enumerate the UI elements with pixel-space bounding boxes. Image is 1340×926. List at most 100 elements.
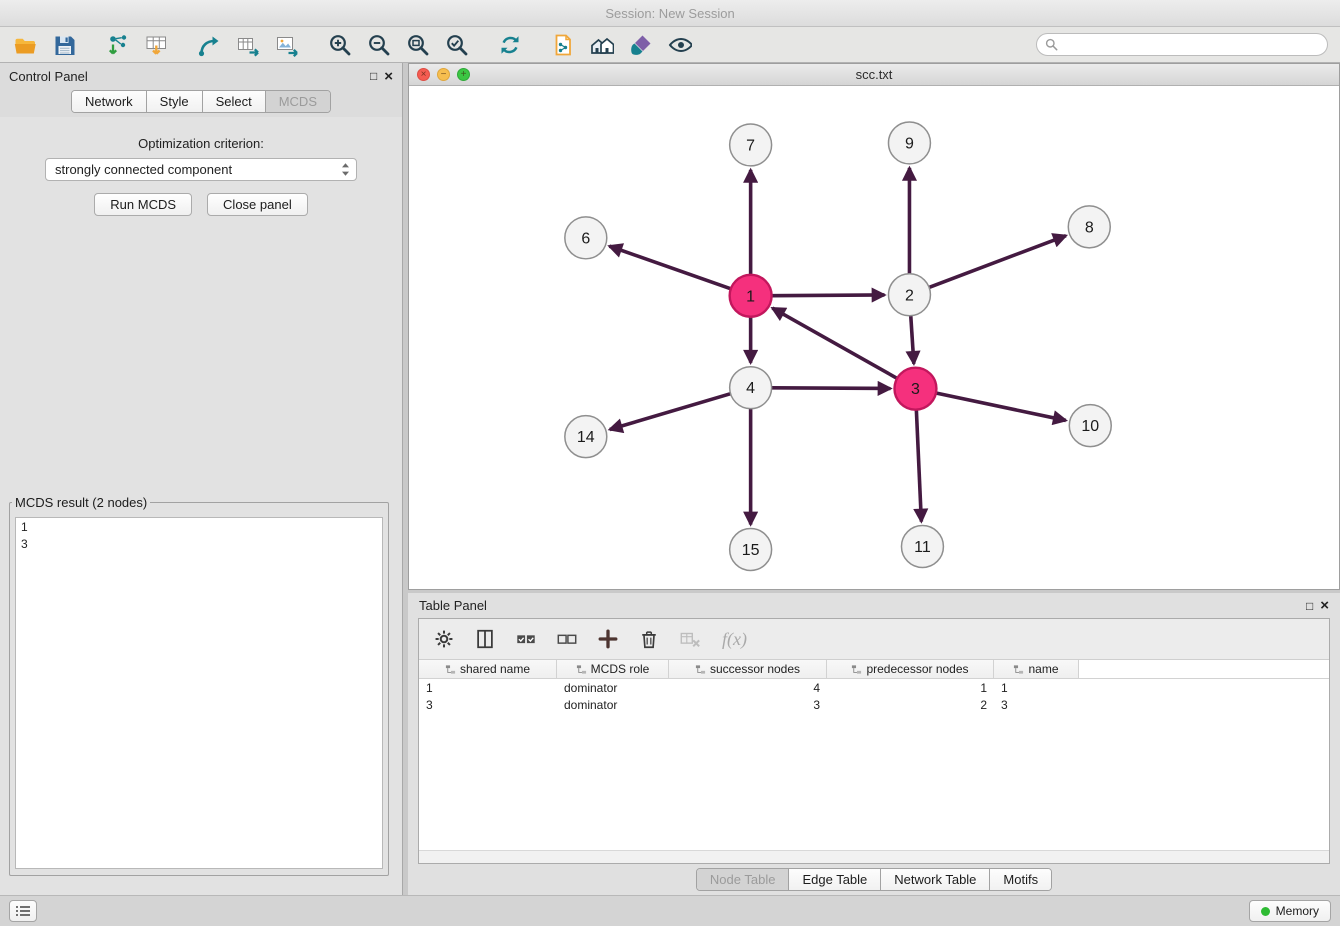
edge-3-10[interactable]	[936, 393, 1066, 420]
table-cell[interactable]: 3	[994, 698, 1079, 712]
tab-network[interactable]: Network	[72, 91, 147, 112]
table-cell[interactable]: 3	[419, 698, 557, 712]
mcds-result-list[interactable]: 13	[15, 517, 383, 869]
table-cell[interactable]: 1	[827, 681, 994, 695]
svg-text:14: 14	[577, 429, 595, 446]
column-header-shared-name[interactable]: shared name	[419, 660, 557, 678]
close-table-panel-icon[interactable]: ×	[1320, 598, 1329, 613]
gear-icon[interactable]	[431, 626, 457, 652]
table-cell[interactable]: dominator	[557, 681, 669, 695]
tab-style[interactable]: Style	[147, 91, 203, 112]
window-title: Session: New Session	[605, 6, 734, 21]
search-box[interactable]	[1036, 33, 1328, 56]
zoom-fit-icon[interactable]	[405, 32, 431, 58]
open-folder-icon[interactable]	[12, 32, 38, 58]
search-input[interactable]	[1063, 37, 1319, 52]
function-builder-icon[interactable]: f(x)	[722, 629, 747, 650]
node-9[interactable]: 9	[888, 122, 930, 164]
zoom-window-button[interactable]: +	[457, 68, 470, 81]
tab-mcds[interactable]: MCDS	[266, 91, 330, 112]
table-cell[interactable]: 3	[669, 698, 827, 712]
minimize-window-button[interactable]: −	[437, 68, 450, 81]
add-row-icon[interactable]	[595, 626, 621, 652]
console-button[interactable]	[9, 900, 37, 922]
delete-row-icon[interactable]	[636, 626, 662, 652]
close-window-button[interactable]: ×	[417, 68, 430, 81]
table-cell[interactable]: 1	[419, 681, 557, 695]
control-panel-header: Control Panel □ ×	[0, 63, 402, 89]
node-11[interactable]: 11	[901, 525, 943, 567]
network-graph[interactable]: 7 9 6 8 1 2 4 3 14 10 15 11	[409, 86, 1339, 589]
table-horizontal-scrollbar[interactable]	[419, 850, 1329, 863]
table-row[interactable]: 1dominator411	[419, 679, 1329, 696]
svg-text:4: 4	[746, 380, 755, 397]
memory-button[interactable]: Memory	[1249, 900, 1331, 922]
column-header-successor-nodes[interactable]: successor nodes	[669, 660, 827, 678]
export-image-icon[interactable]	[274, 32, 300, 58]
column-type-icon	[695, 664, 706, 675]
close-panel-button[interactable]: Close panel	[207, 193, 308, 216]
home-icon[interactable]	[589, 32, 615, 58]
column-header-mcds-role[interactable]: MCDS role	[557, 660, 669, 678]
edge-3-11[interactable]	[916, 409, 921, 521]
node-7[interactable]: 7	[730, 124, 772, 166]
edge-1-6[interactable]	[609, 246, 730, 289]
float-table-panel-icon[interactable]: □	[1306, 600, 1313, 612]
column-selector-icon[interactable]	[472, 626, 498, 652]
right-column: ×−+ scc.txt 7968124314101511 Table Panel…	[403, 63, 1340, 895]
table-panel-header: Table Panel □ ×	[408, 593, 1340, 618]
node-6[interactable]: 6	[565, 216, 607, 258]
close-panel-icon[interactable]: ×	[384, 69, 393, 84]
column-header-predecessor-nodes[interactable]: predecessor nodes	[827, 660, 994, 678]
mcds-result-item[interactable]: 1	[21, 519, 377, 536]
show-hide-icon[interactable]	[667, 32, 693, 58]
edge-2-8[interactable]	[929, 235, 1066, 287]
tab-network-table[interactable]: Network Table	[881, 869, 990, 890]
tab-edge-table[interactable]: Edge Table	[789, 869, 881, 890]
network-share-icon[interactable]	[196, 32, 222, 58]
tab-select[interactable]: Select	[203, 91, 266, 112]
toolbar-group	[327, 32, 470, 58]
save-icon[interactable]	[51, 32, 77, 58]
first-neighbors-icon[interactable]	[550, 32, 576, 58]
edge-4-14[interactable]	[610, 393, 731, 429]
table-cell[interactable]: 4	[669, 681, 827, 695]
tab-node-table[interactable]: Node Table	[697, 869, 790, 890]
node-14[interactable]: 14	[565, 415, 607, 457]
float-panel-icon[interactable]: □	[370, 70, 377, 82]
node-8[interactable]: 8	[1068, 205, 1110, 247]
zoom-in-icon[interactable]	[327, 32, 353, 58]
run-mcds-button[interactable]: Run MCDS	[94, 193, 192, 216]
import-network-icon[interactable]	[104, 32, 130, 58]
node-2[interactable]: 2	[888, 273, 930, 315]
node-15[interactable]: 15	[730, 528, 772, 570]
select-all-rows-icon[interactable]	[513, 626, 539, 652]
mcds-result-item[interactable]: 3	[21, 536, 377, 553]
node-10[interactable]: 10	[1069, 404, 1111, 446]
refresh-icon[interactable]	[497, 32, 523, 58]
deselect-all-rows-icon[interactable]	[554, 626, 580, 652]
network-canvas[interactable]: 7 9 6 8 1 2 4 3 14 10 15 11	[409, 86, 1339, 589]
tab-motifs[interactable]: Motifs	[990, 869, 1051, 890]
edge-4-3[interactable]	[772, 387, 891, 388]
edge-1-2[interactable]	[772, 295, 885, 296]
table-cell[interactable]: 2	[827, 698, 994, 712]
zoom-out-icon[interactable]	[366, 32, 392, 58]
table-row[interactable]: 3dominator323	[419, 696, 1329, 713]
node-4[interactable]: 4	[730, 366, 772, 408]
main-toolbar	[0, 27, 1340, 63]
import-table-icon[interactable]	[143, 32, 169, 58]
criterion-dropdown[interactable]: strongly connected component	[45, 158, 357, 181]
column-header-name[interactable]: name	[994, 660, 1079, 678]
style-brush-icon[interactable]	[628, 32, 654, 58]
criterion-value: strongly connected component	[55, 162, 341, 177]
zoom-selected-icon[interactable]	[444, 32, 470, 58]
export-table-icon[interactable]	[235, 32, 261, 58]
edge-2-3[interactable]	[911, 315, 914, 363]
table-cell[interactable]: dominator	[557, 698, 669, 712]
node-3[interactable]: 3	[894, 367, 936, 409]
delete-table-icon[interactable]	[677, 626, 703, 652]
table-cell[interactable]: 1	[994, 681, 1079, 695]
edge-3-1[interactable]	[772, 308, 897, 378]
node-1[interactable]: 1	[730, 274, 772, 316]
